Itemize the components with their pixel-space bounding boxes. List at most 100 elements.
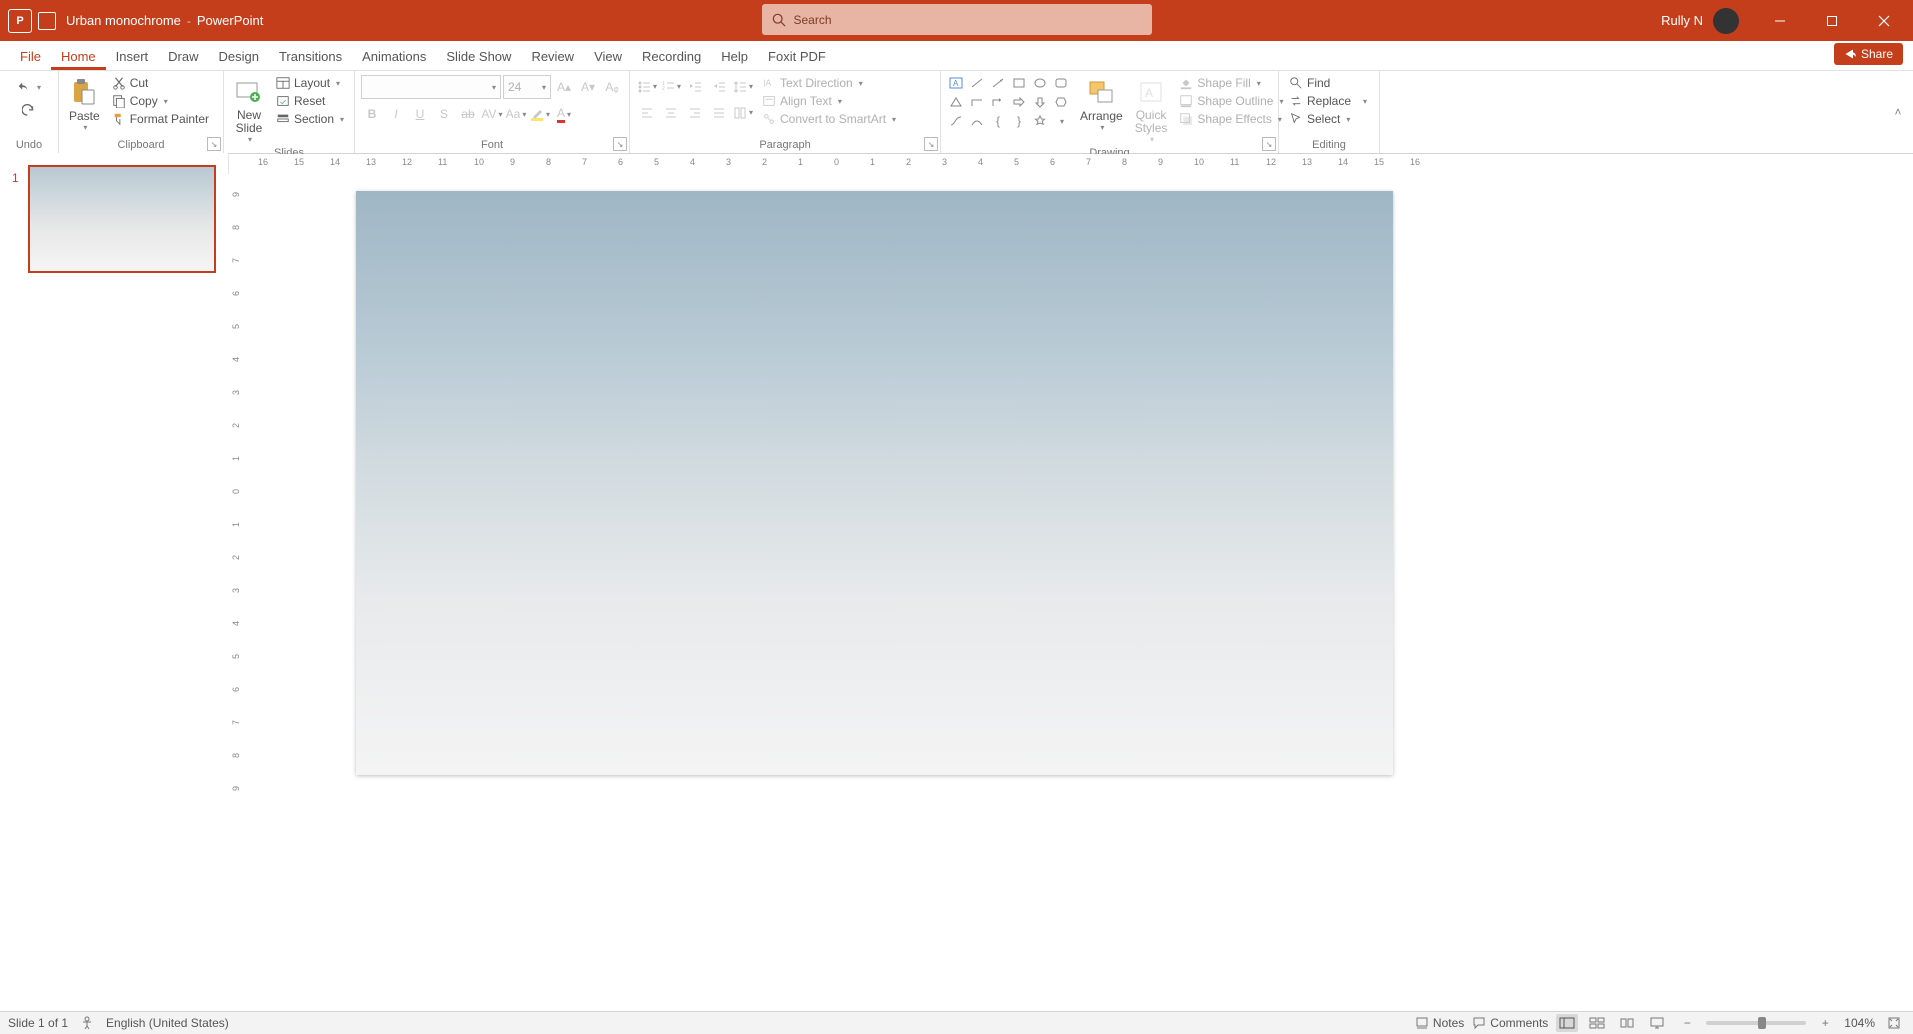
tab-recording[interactable]: Recording bbox=[632, 45, 711, 70]
shape-oval-icon[interactable] bbox=[1031, 75, 1049, 91]
tab-transitions[interactable]: Transitions bbox=[269, 45, 352, 70]
reset-button[interactable]: Reset bbox=[272, 93, 348, 109]
change-case-button[interactable]: Aa▾ bbox=[505, 103, 527, 125]
cut-button[interactable]: Cut bbox=[108, 75, 213, 91]
shape-elbow-icon[interactable] bbox=[968, 94, 986, 110]
tab-home[interactable]: Home bbox=[51, 45, 106, 70]
drawing-launcher[interactable]: ↘ bbox=[1262, 137, 1276, 151]
shape-arrow-down-icon[interactable] bbox=[1031, 94, 1049, 110]
slideshow-view-button[interactable] bbox=[1646, 1014, 1668, 1032]
shapes-more-button[interactable]: ▾ bbox=[1052, 113, 1070, 129]
find-button[interactable]: Find bbox=[1285, 75, 1371, 91]
bullets-button[interactable]: ▾ bbox=[636, 75, 658, 97]
tab-help[interactable]: Help bbox=[711, 45, 758, 70]
tab-design[interactable]: Design bbox=[209, 45, 269, 70]
justify-button[interactable] bbox=[708, 101, 730, 123]
paste-button[interactable]: Paste▾ bbox=[65, 75, 104, 134]
reading-view-button[interactable] bbox=[1616, 1014, 1638, 1032]
slide-counter[interactable]: Slide 1 of 1 bbox=[8, 1016, 68, 1030]
shape-star-icon[interactable] bbox=[1031, 113, 1049, 129]
user-name[interactable]: Rully N bbox=[1661, 13, 1703, 28]
shape-line-icon[interactable] bbox=[968, 75, 986, 91]
tab-slideshow[interactable]: Slide Show bbox=[436, 45, 521, 70]
zoom-in-button[interactable]: + bbox=[1814, 1014, 1836, 1032]
tab-view[interactable]: View bbox=[584, 45, 632, 70]
tab-draw[interactable]: Draw bbox=[158, 45, 208, 70]
notes-button[interactable]: Notes bbox=[1415, 1016, 1464, 1030]
line-spacing-button[interactable]: ▾ bbox=[732, 75, 754, 97]
zoom-level[interactable]: 104% bbox=[1844, 1016, 1875, 1030]
italic-button[interactable]: I bbox=[385, 103, 407, 125]
tab-insert[interactable]: Insert bbox=[106, 45, 159, 70]
maximize-button[interactable] bbox=[1809, 0, 1855, 41]
comments-button[interactable]: Comments bbox=[1472, 1016, 1548, 1030]
clipboard-launcher[interactable]: ↘ bbox=[207, 137, 221, 151]
select-button[interactable]: Select▾ bbox=[1285, 111, 1371, 127]
char-spacing-button[interactable]: AV▾ bbox=[481, 103, 503, 125]
collapse-ribbon-button[interactable]: ˄ bbox=[1889, 103, 1907, 121]
shape-rectangle-icon[interactable] bbox=[1010, 75, 1028, 91]
shapes-gallery[interactable]: A { } ▾ bbox=[947, 75, 1072, 131]
share-button[interactable]: Share bbox=[1834, 43, 1903, 65]
shape-arrow-right-icon[interactable] bbox=[1010, 94, 1028, 110]
layout-button[interactable]: Layout▾ bbox=[272, 75, 348, 91]
highlight-button[interactable]: ▾ bbox=[529, 103, 551, 125]
increase-indent-button[interactable] bbox=[708, 75, 730, 97]
shape-elbow-arrow-icon[interactable] bbox=[989, 94, 1007, 110]
tab-file[interactable]: File bbox=[10, 45, 51, 70]
underline-button[interactable]: U bbox=[409, 103, 431, 125]
align-center-button[interactable] bbox=[660, 101, 682, 123]
zoom-slider-thumb[interactable] bbox=[1758, 1017, 1766, 1029]
shape-rounded-rect-icon[interactable] bbox=[1052, 75, 1070, 91]
shape-connector-icon[interactable] bbox=[947, 113, 965, 129]
redo-button[interactable] bbox=[18, 101, 40, 117]
smartart-button[interactable]: Convert to SmartArt▾ bbox=[758, 111, 900, 127]
tab-foxit-pdf[interactable]: Foxit PDF bbox=[758, 45, 836, 70]
slide-thumbnail-1[interactable] bbox=[28, 165, 216, 273]
autosave-icon[interactable] bbox=[38, 12, 56, 30]
sorter-view-button[interactable] bbox=[1586, 1014, 1608, 1032]
close-button[interactable] bbox=[1861, 0, 1907, 41]
language-status[interactable]: English (United States) bbox=[106, 1016, 229, 1030]
clear-formatting-button[interactable]: Aᵩ bbox=[601, 76, 623, 98]
font-family-box[interactable]: ▾ bbox=[361, 75, 501, 99]
shape-outline-button[interactable]: Shape Outline▾ bbox=[1175, 93, 1287, 109]
shape-fill-button[interactable]: Shape Fill▾ bbox=[1175, 75, 1287, 91]
align-text-button[interactable]: Align Text▾ bbox=[758, 93, 900, 109]
grow-font-button[interactable]: A▴ bbox=[553, 76, 575, 98]
shadow-button[interactable]: S bbox=[433, 103, 455, 125]
normal-view-button[interactable] bbox=[1556, 1014, 1578, 1032]
zoom-out-button[interactable]: − bbox=[1676, 1014, 1698, 1032]
align-left-button[interactable] bbox=[636, 101, 658, 123]
new-slide-button[interactable]: New Slide▾ bbox=[230, 75, 268, 146]
slide-canvas[interactable] bbox=[356, 191, 1393, 775]
shape-line-arrow-icon[interactable] bbox=[989, 75, 1007, 91]
numbering-button[interactable]: 12▾ bbox=[660, 75, 682, 97]
format-painter-button[interactable]: Format Painter bbox=[108, 111, 213, 127]
shape-textbox-icon[interactable]: A bbox=[947, 75, 965, 91]
section-button[interactable]: Section▾ bbox=[272, 111, 348, 127]
columns-button[interactable]: ▾ bbox=[732, 101, 754, 123]
avatar[interactable] bbox=[1713, 8, 1739, 34]
undo-button[interactable]: ▾ bbox=[13, 79, 45, 95]
paragraph-launcher[interactable]: ↘ bbox=[924, 137, 938, 151]
accessibility-button[interactable] bbox=[80, 1016, 94, 1030]
font-color-button[interactable]: A▾ bbox=[553, 103, 575, 125]
replace-button[interactable]: Replace▾ bbox=[1285, 93, 1371, 109]
tab-animations[interactable]: Animations bbox=[352, 45, 436, 70]
font-size-box[interactable]: 24▾ bbox=[503, 75, 551, 99]
arrange-button[interactable]: Arrange▾ bbox=[1076, 75, 1127, 134]
shape-effects-button[interactable]: Shape Effects▾ bbox=[1175, 111, 1287, 127]
decrease-indent-button[interactable] bbox=[684, 75, 706, 97]
fit-to-window-button[interactable] bbox=[1883, 1014, 1905, 1032]
shape-brace-left-icon[interactable]: { bbox=[989, 113, 1007, 129]
quick-styles-button[interactable]: A Quick Styles▾ bbox=[1131, 75, 1172, 146]
shrink-font-button[interactable]: A▾ bbox=[577, 76, 599, 98]
strike-button[interactable]: ab bbox=[457, 103, 479, 125]
bold-button[interactable]: B bbox=[361, 103, 383, 125]
tab-review[interactable]: Review bbox=[521, 45, 584, 70]
font-launcher[interactable]: ↘ bbox=[613, 137, 627, 151]
shape-hexagon-icon[interactable] bbox=[1052, 94, 1070, 110]
search-box[interactable]: Search bbox=[762, 4, 1152, 35]
minimize-button[interactable] bbox=[1757, 0, 1803, 41]
